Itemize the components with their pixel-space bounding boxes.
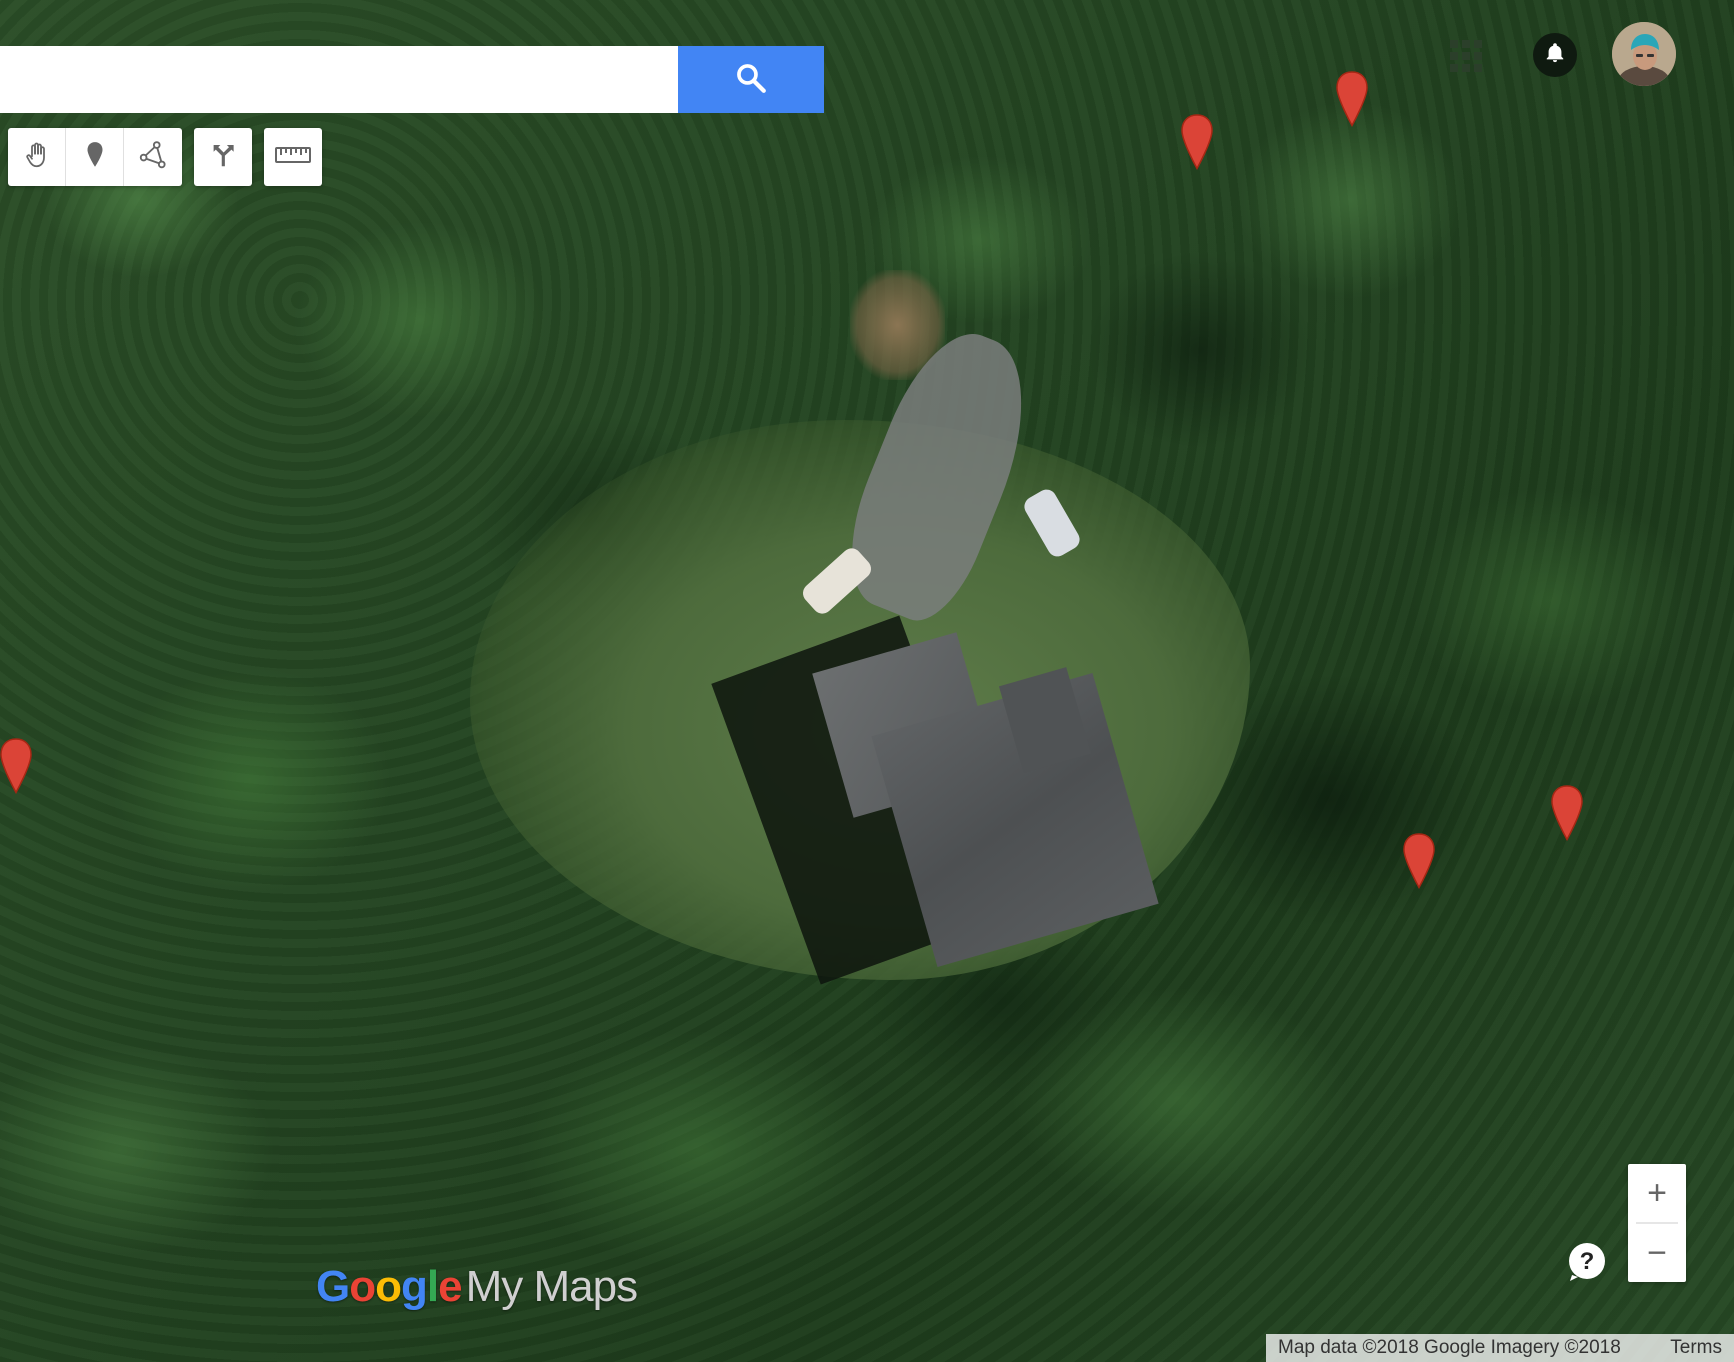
attribution-text: Map data ©2018 Google Imagery ©2018	[1278, 1337, 1621, 1358]
add-marker-button[interactable]	[66, 128, 124, 186]
map-marker[interactable]	[1178, 113, 1216, 171]
drawing-toolbar	[8, 128, 182, 186]
select-tool-button[interactable]	[8, 128, 66, 186]
search-input[interactable]	[0, 46, 678, 113]
apps-grid-icon	[1450, 40, 1458, 48]
map-marker[interactable]	[1548, 784, 1586, 842]
map-marker[interactable]	[1333, 70, 1371, 128]
map-attribution: Map data ©2018 Google Imagery ©2018 Term…	[1266, 1334, 1734, 1362]
map-marker[interactable]	[0, 737, 35, 795]
logo-product-name: My Maps	[465, 1262, 638, 1311]
terms-link[interactable]: Terms	[1670, 1337, 1734, 1359]
add-directions-button[interactable]	[194, 128, 252, 186]
map-marker[interactable]	[1400, 832, 1438, 890]
zoom-control: + −	[1628, 1164, 1686, 1282]
measure-toolbar	[264, 128, 322, 186]
zoom-in-button[interactable]: +	[1628, 1164, 1686, 1222]
measure-button[interactable]	[264, 128, 322, 186]
ruler-icon	[274, 144, 312, 171]
svg-text:?: ?	[1580, 1248, 1595, 1275]
avatar[interactable]	[1612, 22, 1676, 86]
directions-icon	[208, 140, 238, 175]
profile-avatar	[1612, 22, 1676, 86]
directions-toolbar	[194, 128, 252, 186]
zoom-out-button[interactable]: −	[1628, 1224, 1686, 1282]
apps-grid-button[interactable]	[1448, 38, 1484, 74]
search-icon	[734, 61, 768, 98]
search-button[interactable]	[678, 46, 824, 113]
pin-icon	[82, 140, 108, 175]
bell-icon	[1544, 42, 1566, 69]
google-my-maps-logo: Google My Maps	[316, 1262, 638, 1311]
satellite-map[interactable]	[0, 0, 1734, 1362]
hand-icon	[22, 140, 52, 175]
draw-line-button[interactable]	[124, 128, 182, 186]
draw-line-icon	[138, 140, 168, 175]
help-icon[interactable]: ?	[1566, 1241, 1608, 1283]
notifications-button[interactable]	[1533, 33, 1577, 77]
